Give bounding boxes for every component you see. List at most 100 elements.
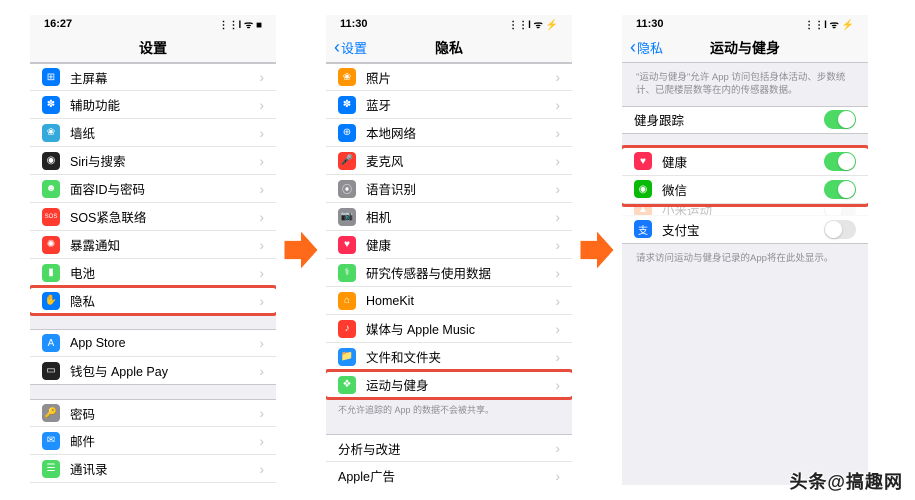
description: "运动与健身"允许 App 访问包括身体活动、步数统计、已爬楼层数等在内的传感器… (622, 63, 868, 106)
row-label: 小米运动 (662, 204, 824, 216)
row-label: 主屏幕 (70, 68, 259, 87)
settings-row[interactable]: ✉邮件› (30, 427, 276, 455)
settings-row[interactable]: ⚕ 研究传感器与使用数据› (326, 259, 572, 287)
row-label: SOS紧急联络 (70, 207, 259, 226)
settings-row[interactable]: ⦿语音识别› (326, 175, 572, 203)
app-icon: ♪ (338, 320, 356, 338)
toggle-fitness-tracking[interactable] (824, 110, 856, 129)
time: 11:30 (340, 18, 368, 30)
row-label: 相机 (366, 207, 555, 226)
settings-row[interactable]: ▦日历› (30, 483, 276, 485)
signal-wifi-battery: ⋮⋮l ᯤ ⚡ (508, 17, 558, 31)
settings-row[interactable]: ▮电池› (30, 259, 276, 287)
settings-row[interactable]: ♥健康› (326, 231, 572, 259)
settings-row[interactable]: ⌂HomeKit› (326, 287, 572, 315)
phone-settings: 16:27 ⋮⋮l ᯤ ■ 设置 ⊞主屏幕›✽辅助功能›❀墙纸›◉Siri与搜索… (30, 15, 276, 485)
row-label: 媒体与 Apple Music (366, 319, 555, 338)
settings-row[interactable]: ♪媒体与 Apple Music› (326, 315, 572, 343)
settings-row[interactable]: ◉微信 (622, 176, 868, 204)
row-fitness-tracking[interactable]: 健身跟踪 (622, 106, 868, 134)
chevron-right-icon: › (259, 405, 264, 421)
privacy-group-2: 分析与改进›Apple广告› (326, 434, 572, 485)
chevron-left-icon: ‹ (630, 37, 636, 58)
toggle[interactable] (824, 180, 856, 199)
row-label: 辅助功能 (70, 95, 259, 114)
page-title: 运动与健身 (710, 38, 780, 58)
chevron-right-icon: › (259, 461, 264, 477)
settings-row[interactable]: 🔑密码› (30, 399, 276, 427)
settings-row[interactable]: ♥健康 (622, 148, 868, 176)
settings-row[interactable]: 支支付宝 (622, 216, 868, 244)
settings-row[interactable]: ❖运动与健身› (326, 371, 572, 399)
settings-group-2: AApp Store›▭钱包与 Apple Pay› (30, 329, 276, 385)
settings-row[interactable]: ▭钱包与 Apple Pay› (30, 357, 276, 385)
app-icon: 🎤 (338, 152, 356, 170)
watermark: 头条@搞趣网 (789, 468, 903, 494)
app-icon: ✽ (338, 96, 356, 114)
app-icon: ✋ (42, 292, 60, 310)
settings-row[interactable]: ☰通讯录› (30, 455, 276, 483)
app-icon: ⊕ (338, 124, 356, 142)
settings-row[interactable]: ⊕本地网络› (326, 119, 572, 147)
settings-row[interactable]: ▲ 小米运动 (622, 204, 868, 216)
app-icon: ❀ (338, 68, 356, 86)
settings-row[interactable]: 🎤麦克风› (326, 147, 572, 175)
chevron-right-icon: › (259, 265, 264, 281)
app-icon: ♥ (634, 152, 652, 170)
row-label: 健身跟踪 (634, 110, 824, 129)
app-icon: 📷 (338, 208, 356, 226)
settings-row[interactable]: ✺暴露通知› (30, 231, 276, 259)
settings-row[interactable]: SOSSOS紧急联络› (30, 203, 276, 231)
back-button[interactable]: ‹设置 (334, 37, 367, 58)
settings-row[interactable]: ☻面容ID与密码› (30, 175, 276, 203)
row-label: 健康 (366, 235, 555, 254)
app-icon: ❀ (42, 124, 60, 142)
status-bar: 16:27 ⋮⋮l ᯤ ■ (30, 15, 276, 33)
page-title: 隐私 (435, 38, 463, 58)
row-label: 墙纸 (70, 123, 259, 142)
apps-group: ♥健康◉微信▲ 小米运动支支付宝 (622, 148, 868, 244)
app-icon: ▭ (42, 362, 60, 380)
settings-row[interactable]: AApp Store› (30, 329, 276, 357)
nav-header: ‹设置 隐私 (326, 33, 572, 63)
settings-row[interactable]: ◉Siri与搜索› (30, 147, 276, 175)
back-button[interactable]: ‹隐私 (630, 37, 663, 58)
page-title: 设置 (139, 38, 167, 58)
chevron-right-icon: › (555, 237, 560, 253)
chevron-right-icon: › (555, 265, 560, 281)
status-bar: 11:30 ⋮⋮l ᯤ ⚡ (622, 15, 868, 33)
app-icon: 支 (634, 220, 652, 238)
toggle[interactable] (824, 204, 856, 216)
row-label: 本地网络 (366, 123, 555, 142)
settings-row[interactable]: ⊞主屏幕› (30, 63, 276, 91)
settings-row[interactable]: 📷相机› (326, 203, 572, 231)
chevron-right-icon: › (259, 433, 264, 449)
nav-header: ‹隐私 运动与健身 (622, 33, 868, 63)
toggle[interactable] (824, 220, 856, 239)
chevron-right-icon: › (259, 293, 264, 309)
app-icon: ⚕ (338, 264, 356, 282)
settings-row[interactable]: 分析与改进› (326, 434, 572, 462)
chevron-right-icon: › (555, 440, 560, 456)
arrow-2 (572, 15, 622, 485)
settings-group-1: ⊞主屏幕›✽辅助功能›❀墙纸›◉Siri与搜索›☻面容ID与密码›SOSSOS紧… (30, 63, 276, 315)
app-icon: ✽ (42, 96, 60, 114)
settings-row[interactable]: ✽辅助功能› (30, 91, 276, 119)
app-icon: ▲ (634, 204, 652, 216)
settings-row[interactable]: ✽蓝牙› (326, 91, 572, 119)
chevron-right-icon: › (259, 125, 264, 141)
toggle[interactable] (824, 152, 856, 171)
settings-row[interactable]: Apple广告› (326, 462, 572, 485)
chevron-right-icon: › (555, 468, 560, 484)
settings-row[interactable]: ❀照片› (326, 63, 572, 91)
settings-row[interactable]: 📁文件和文件夹› (326, 343, 572, 371)
settings-row[interactable]: ❀ 墙纸› (30, 119, 276, 147)
back-label: 设置 (341, 38, 367, 57)
app-icon: ☰ (42, 460, 60, 478)
app-icon: ⊞ (42, 68, 60, 86)
phone-motion-fitness: 11:30 ⋮⋮l ᯤ ⚡ ‹隐私 运动与健身 "运动与健身"允许 App 访问… (622, 15, 868, 485)
chevron-left-icon: ‹ (334, 37, 340, 58)
row-label: 暴露通知 (70, 235, 259, 254)
row-label: 研究传感器与使用数据 (366, 263, 555, 282)
settings-row[interactable]: ✋隐私› (30, 287, 276, 315)
